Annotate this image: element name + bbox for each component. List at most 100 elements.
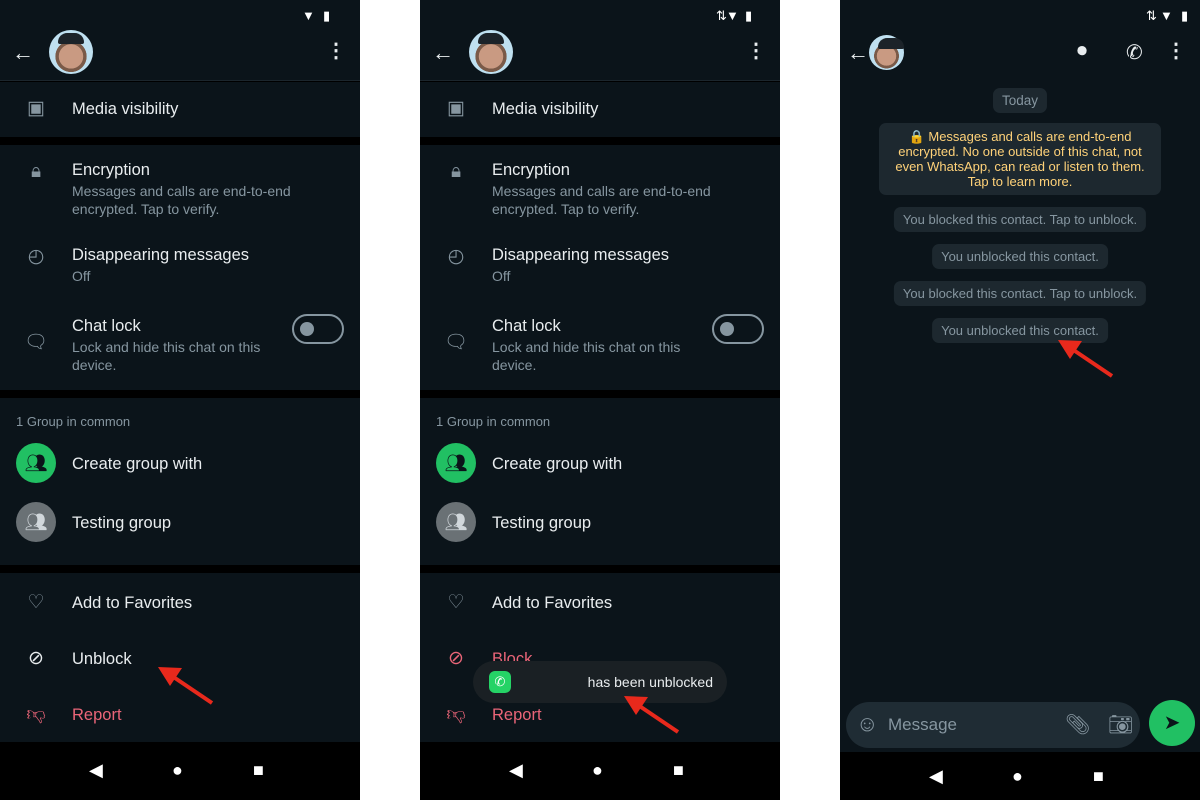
create-group-item[interactable]: 👥︎ Create group with [0,443,360,488]
status-bar: ▼ ▮ [0,0,360,30]
battery-icon: ▮ [1181,8,1189,23]
media-section: ▣ Media visibility [0,82,360,137]
encryption-item[interactable]: 🔒︎ Encryption Messages and calls are end-t… [420,145,780,225]
encryption-item[interactable]: 🔒︎ Encryption Messages and calls are end-t… [0,145,360,225]
system-message[interactable]: You blocked this contact. Tap to unblock… [893,281,1147,306]
wifi-icon: ▼ [302,8,315,23]
actions-section: ♡ Add to Favorites ⊘ Block 👎︎ Report [420,573,780,742]
disappearing-messages-item[interactable]: ◴ Disappearing messages Off [420,240,780,290]
chat-lock-item[interactable]: 🗨︎ Chat lock Lock and hide this chat on th… [0,310,360,380]
chat-lock-icon: 🗨︎ [24,332,49,353]
image-icon: ▣ [27,98,45,119]
header: ← ⋮ [420,30,780,81]
create-group-icon: 👥︎ [436,443,476,483]
chat-header: ← ⏺︎ ✆ ⋮ [840,30,1200,81]
groups-section: 1 Group in common 👥︎ Create group with 👥︎… [0,398,360,565]
heart-icon: ♡ [447,592,465,613]
nav-recents-icon[interactable]: ■ [253,760,264,781]
system-message: You unblocked this contact. [932,244,1108,269]
wifi-icon: ▼ [1160,8,1173,23]
group-avatar-icon: 👥︎ [436,502,476,542]
navigation-bar: ◀ ● ■ [420,742,780,800]
timer-icon: ◴ [27,246,45,267]
encryption-notice[interactable]: 🔒 Messages and calls are end-to-end encr… [879,123,1161,195]
message-input[interactable]: Message [888,715,957,735]
contact-avatar[interactable] [869,35,904,70]
nav-back-icon[interactable]: ◀ [509,760,523,781]
image-icon: ▣ [447,98,465,119]
unblocked-toast: ✆ has been unblocked [473,661,727,703]
groups-section: 1 Group in common 👥︎ Create group with 👥︎… [420,398,780,565]
battery-icon: ▮ [745,8,753,23]
system-message[interactable]: You blocked this contact. Tap to unblock… [893,207,1147,232]
avatar[interactable] [469,30,513,74]
nav-back-icon[interactable]: ◀ [89,760,103,781]
actions-section: ♡ Add to Favorites ⊘ Unblock 👎︎ Report [0,573,360,742]
phone-call-icon[interactable]: ✆ [1126,40,1143,65]
group-avatar-icon: 👥︎ [16,502,56,542]
message-input-bar[interactable]: ☺ Message 📎︎ 📷︎ [846,702,1140,748]
block-icon: ⊘ [448,648,464,669]
send-icon: ➤ [1163,712,1181,734]
testing-group-item[interactable]: 👥︎ Testing group [0,502,360,547]
media-visibility-item[interactable]: ▣ Media visibility [420,82,780,137]
back-arrow-icon[interactable]: ← [432,40,454,66]
send-button[interactable]: ➤ [1149,700,1195,746]
back-arrow-icon[interactable]: ← [847,40,869,66]
disappearing-messages-item[interactable]: ◴ Disappearing messages Off [0,240,360,290]
heart-icon: ♡ [27,592,45,613]
nav-back-icon[interactable]: ◀ [929,766,943,787]
chat-lock-icon: 🗨︎ [444,332,469,353]
chat-lock-item[interactable]: 🗨︎ Chat lock Lock and hide this chat on th… [420,310,780,380]
chat-panel: ⇅ ▼ ▮ ← ⏺︎ ✆ ⋮ Today 🔒 Messages and calls … [840,0,1200,800]
create-group-icon: 👥︎ [16,443,56,483]
privacy-section: 🔒︎ Encryption Messages and calls are end-t… [420,145,780,390]
add-to-favorites-item[interactable]: ♡ Add to Favorites [420,583,780,623]
nav-home-icon[interactable]: ● [172,760,183,781]
privacy-section: 🔒︎ Encryption Messages and calls are end-t… [0,145,360,390]
header: ← ⋮ [0,30,360,81]
navigation-bar: ◀ ● ■ [0,742,360,800]
groups-header: 1 Group in common [16,414,131,429]
contact-info-panel-unblock: ▼ ▮ ← ⋮ ▣ Media visibility 🔒︎ Encryption Mes… [0,0,360,800]
create-group-item[interactable]: 👥︎ Create group with [420,443,780,488]
video-call-icon[interactable]: ⏺︎ [1077,40,1087,63]
more-options-icon[interactable]: ⋮ [326,40,346,62]
navigation-bar: ◀ ● ■ [840,752,1200,800]
camera-icon[interactable]: 📷︎ [1108,712,1133,737]
lock-icon: 🔒︎ [450,161,462,182]
contact-info-panel-blocked-toast: ⇅ ▼ ▮ ← ⋮ ▣ Media visibility 🔒︎ Encryption Me… [420,0,780,800]
unblock-item[interactable]: ⊘ Unblock [0,639,360,679]
status-bar: ⇅ ▼ ▮ [420,0,780,30]
more-options-icon[interactable]: ⋮ [746,40,766,62]
nav-home-icon[interactable]: ● [592,760,603,781]
chat-messages: Today 🔒 Messages and calls are end-to-en… [840,81,1200,752]
media-section: ▣ Media visibility [420,82,780,137]
data-arrows-icon: ⇅ [1146,8,1157,23]
lock-icon: 🔒︎ [30,161,42,182]
battery-icon: ▮ [323,8,331,23]
chat-lock-toggle[interactable] [292,314,344,344]
whatsapp-logo-icon: ✆ [489,671,511,693]
date-chip: Today [992,88,1048,113]
back-arrow-icon[interactable]: ← [12,40,34,66]
testing-group-item[interactable]: 👥︎ Testing group [420,502,780,547]
attach-icon[interactable]: 📎︎ [1065,712,1090,737]
nav-recents-icon[interactable]: ■ [673,760,684,781]
avatar[interactable] [49,30,93,74]
chat-lock-toggle[interactable] [712,314,764,344]
status-bar: ⇅ ▼ ▮ [840,0,1200,30]
timer-icon: ◴ [447,246,465,267]
nav-recents-icon[interactable]: ■ [1093,766,1104,787]
wifi-icon: ▼ [726,8,739,23]
more-options-icon[interactable]: ⋮ [1166,40,1186,62]
thumbs-down-icon: 👎︎ [26,704,46,725]
emoji-icon[interactable]: ☺ [856,711,878,737]
media-visibility-item[interactable]: ▣ Media visibility [0,82,360,137]
nav-home-icon[interactable]: ● [1012,766,1023,787]
add-to-favorites-item[interactable]: ♡ Add to Favorites [0,583,360,623]
report-item[interactable]: 👎︎ Report [0,695,360,735]
thumbs-down-icon: 👎︎ [446,704,466,725]
groups-header: 1 Group in common [436,414,551,429]
block-icon: ⊘ [28,648,44,669]
